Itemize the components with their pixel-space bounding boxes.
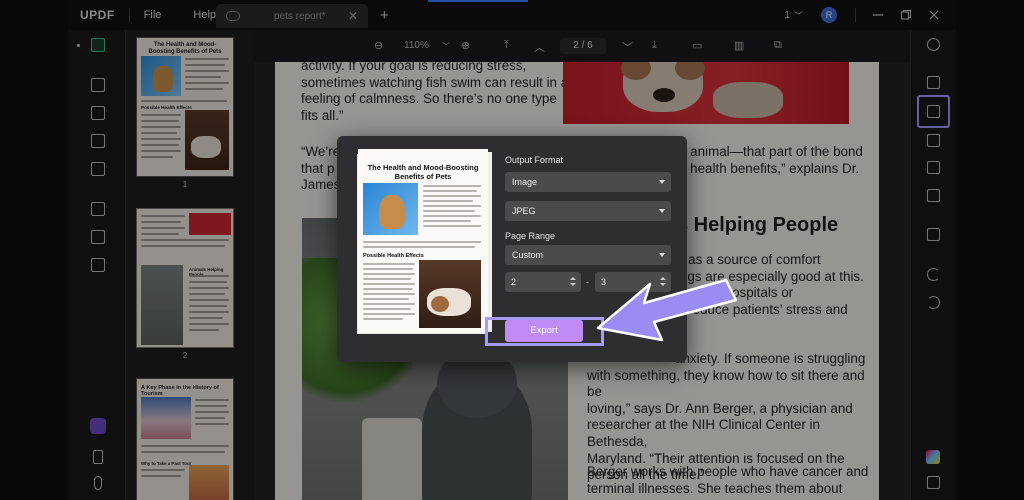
output-format-select[interactable]: Image — [505, 172, 671, 192]
preview-title: The Health and Mood-Boosting Benefits of… — [367, 163, 479, 181]
chevron-down-icon — [659, 253, 665, 257]
decrement-icon[interactable] — [570, 283, 576, 286]
page-range-select[interactable]: Custom — [505, 245, 671, 265]
range-separator: - — [586, 277, 589, 287]
cat-dog-image — [419, 260, 481, 328]
decrement-icon[interactable] — [660, 283, 666, 286]
cat-image — [363, 183, 418, 235]
image-format-select[interactable]: JPEG — [505, 201, 671, 221]
increment-icon[interactable] — [570, 277, 576, 280]
chevron-down-icon — [659, 209, 665, 213]
increment-icon[interactable] — [660, 277, 666, 280]
output-format-label: Output Format — [505, 155, 564, 165]
page-preview: The Health and Mood-Boosting Benefits of… — [358, 149, 488, 333]
page-range-label: Page Range — [505, 231, 556, 241]
export-highlight — [485, 317, 604, 346]
chevron-down-icon — [659, 180, 665, 184]
preview-subheading: Possible Health Effects — [363, 253, 424, 259]
cancel-button[interactable]: Cancel — [618, 322, 648, 333]
range-from-input[interactable]: 2 — [505, 272, 581, 292]
range-to-input[interactable]: 3 — [595, 272, 671, 292]
